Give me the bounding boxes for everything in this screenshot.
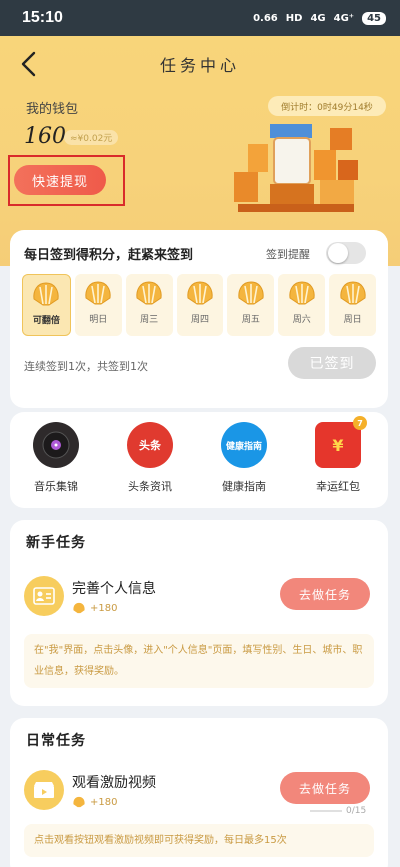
task-name: 观看激励视频: [72, 775, 156, 791]
profile-card-icon: [24, 576, 64, 616]
shell-icon: [85, 281, 111, 305]
health-guide-icon: 健康指南: [221, 422, 267, 468]
checkin-day-label: 周日: [343, 315, 362, 325]
wallet-amount: 160: [24, 124, 66, 149]
do-task-button[interactable]: 去做任务: [280, 772, 370, 804]
wallet-label: 我的钱包: [26, 102, 79, 117]
task-description: 点击观看按钮观看激励视频即可获得奖励，每日最多15次: [24, 824, 374, 857]
health-icon-text: 健康指南: [225, 441, 262, 452]
newbie-tasks-card: 新手任务 完善个人信息 +180 去做任务 在"我"界面，点击头像，进入"个人信…: [10, 520, 388, 706]
checkin-day-4[interactable]: 周四: [176, 274, 224, 336]
network-speed: 0.66: [253, 12, 278, 24]
shortcut-toutiao[interactable]: 头条 头条资讯: [108, 422, 192, 494]
shell-icon: [73, 602, 85, 614]
checkin-day-label: 周三: [140, 315, 159, 325]
quick-cash-out-button[interactable]: 快速提现: [14, 165, 106, 195]
checkin-day-label: 周五: [241, 315, 260, 325]
status-indicators: 0.66 HD 4G 4G⁺ 45: [253, 11, 386, 25]
status-time: 15:10: [22, 9, 63, 26]
shell-icon: [136, 281, 162, 305]
shell-icon: [289, 281, 315, 305]
do-task-button[interactable]: 去做任务: [280, 578, 370, 610]
status-bar: 15:10 0.66 HD 4G 4G⁺ 45: [0, 0, 400, 36]
checkin-day-label: 周四: [191, 315, 210, 325]
task-progress: 0/15: [346, 806, 367, 816]
checkin-day-3[interactable]: 周三: [125, 274, 173, 336]
music-disc-icon: [33, 422, 79, 468]
red-envelope-icon: ¥ 7: [315, 416, 367, 468]
shell-icon: [33, 282, 60, 306]
signed-in-button[interactable]: 已签到: [288, 347, 376, 379]
shortcut-label: 音乐集锦: [34, 480, 78, 493]
checkin-day-1[interactable]: 可翻倍: [22, 274, 71, 336]
checkin-title: 每日签到得积分，赶紧来签到: [24, 248, 194, 263]
task-reward: +180: [72, 602, 117, 614]
checkin-day-2[interactable]: 明日: [74, 274, 122, 336]
shortcut-health[interactable]: 健康指南 健康指南: [202, 422, 286, 494]
checkin-day-label: 周六: [292, 315, 311, 325]
checkin-day-7[interactable]: 周日: [329, 274, 377, 336]
checkin-day-label: 明日: [89, 315, 108, 325]
shortcuts-card: 音乐集锦 头条 头条资讯 健康指南 健康指南 ¥ 7 幸运红包: [10, 412, 388, 508]
daily-tasks-title: 日常任务: [26, 733, 86, 749]
task-progress-bar: [310, 810, 342, 812]
page-title: 任务中心: [159, 56, 240, 75]
video-clapper-icon: [24, 770, 64, 810]
checkin-reminder-toggle[interactable]: [326, 242, 366, 264]
checkin-day-label: 可翻倍: [32, 316, 60, 326]
task-description: 在"我"界面，点击头像，进入"个人信息"页面，填写性别、生日、城市、职业信息，获…: [24, 634, 374, 688]
checkin-days: 可翻倍 明日 周三 周四 周五 周六 周日: [22, 274, 377, 336]
signal-hd: HD: [285, 12, 303, 24]
checkin-streak-text: 连续签到1次，共签到1次: [24, 360, 148, 373]
checkin-day-5[interactable]: 周五: [227, 274, 275, 336]
shell-icon: [238, 281, 264, 305]
shell-icon: [73, 796, 85, 808]
shell-icon: [187, 281, 213, 305]
gift-boxes-illustration: [234, 124, 358, 212]
checkin-day-6[interactable]: 周六: [278, 274, 326, 336]
daily-tasks-card: 日常任务 观看激励视频 +180 去做任务 0/15 点击观看按钮观看激励视频即…: [10, 718, 388, 867]
task-name: 完善个人信息: [72, 581, 156, 597]
task-reward: +180: [72, 796, 117, 808]
newbie-tasks-title: 新手任务: [26, 535, 86, 551]
battery-icon: 45: [362, 11, 386, 25]
checkin-card: 每日签到得积分，赶紧来签到 签到提醒 可翻倍 明日 周三 周四 周五 周六 周日…: [10, 230, 388, 408]
task-reward-value: +180: [90, 602, 118, 614]
red-envelope-badge: 7: [353, 416, 367, 430]
toutiao-icon-text: 头条: [139, 439, 161, 452]
task-reward-value: +180: [90, 796, 118, 808]
shell-icon: [339, 281, 366, 305]
countdown-timer: 倒计时：0时49分14秒: [268, 96, 386, 116]
checkin-reminder-label: 签到提醒: [266, 248, 310, 261]
shortcut-red-envelope[interactable]: ¥ 7 幸运红包: [296, 416, 380, 494]
signal-4g-plus: 4G⁺: [333, 12, 355, 24]
shortcut-label: 幸运红包: [316, 480, 360, 493]
wallet-converted-value: ≈¥0.02元: [64, 130, 119, 145]
shortcut-label: 头条资讯: [128, 480, 172, 493]
red-envelope-symbol: ¥: [332, 435, 344, 455]
shortcut-music[interactable]: 音乐集锦: [14, 422, 98, 494]
shortcut-label: 健康指南: [222, 480, 266, 493]
toutiao-icon: 头条: [127, 422, 173, 468]
signal-4g: 4G: [310, 12, 326, 24]
toggle-knob: [328, 243, 348, 263]
